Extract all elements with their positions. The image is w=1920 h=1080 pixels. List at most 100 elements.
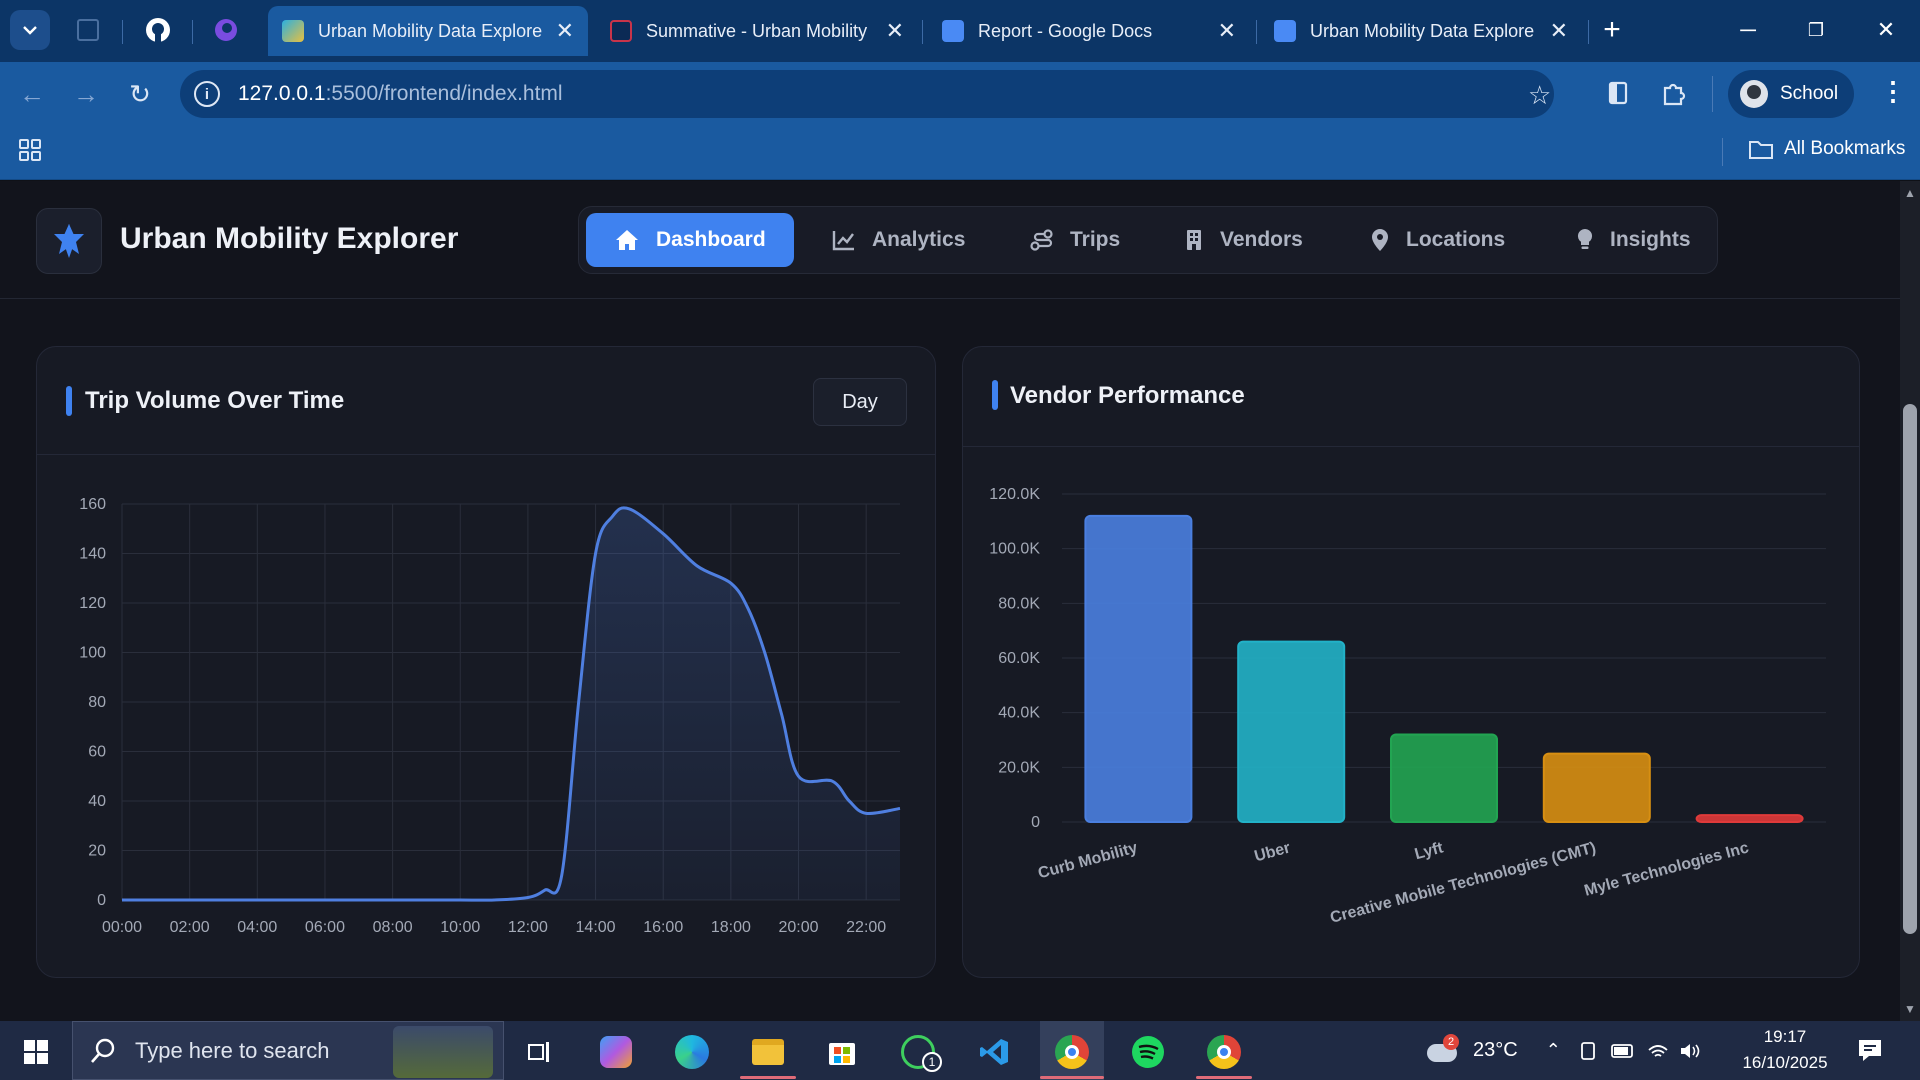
- pinned-tab-github[interactable]: [138, 12, 178, 48]
- search-icon: [91, 1038, 115, 1063]
- granularity-value: Day: [842, 390, 878, 413]
- site-info-icon[interactable]: i: [194, 81, 220, 107]
- taskbar-edge[interactable]: [670, 1030, 714, 1074]
- scroll-down-icon[interactable]: ▼: [1904, 1002, 1916, 1016]
- volume-icon[interactable]: [1679, 1042, 1701, 1060]
- nav-insights[interactable]: Insights: [1548, 213, 1719, 267]
- tab-urban-mobility-2[interactable]: Urban Mobility Data Explore ✕: [1260, 6, 1582, 56]
- all-bookmarks-button[interactable]: All Bookmarks: [1748, 138, 1905, 160]
- card-title: Vendor Performance: [1010, 382, 1245, 409]
- taskbar-copilot[interactable]: [594, 1030, 638, 1074]
- battery-icon[interactable]: [1610, 1043, 1635, 1059]
- taskbar-search[interactable]: Type here to search: [72, 1021, 504, 1080]
- bookmark-star-icon[interactable]: ☆: [1528, 80, 1551, 111]
- nav-dashboard[interactable]: Dashboard: [586, 213, 794, 267]
- nav-trips[interactable]: Trips: [1002, 213, 1148, 267]
- x-tick-label: 10:00: [440, 919, 480, 936]
- taskbar-vscode[interactable]: [972, 1030, 1016, 1074]
- chevron-down-icon: [23, 26, 37, 35]
- bar-curb-mobility: [1084, 514, 1193, 823]
- nav-label: Trips: [1070, 228, 1121, 251]
- nav-label: Locations: [1406, 228, 1506, 251]
- spotify-icon: [1132, 1036, 1164, 1068]
- y-tick-label: 80: [88, 694, 106, 711]
- close-tab-icon[interactable]: ✕: [1550, 18, 1568, 44]
- weather-badge: 2: [1443, 1033, 1459, 1050]
- edge-icon: [675, 1035, 709, 1069]
- url-host: 127.0.0.1: [238, 82, 326, 105]
- title-accent: [66, 386, 72, 416]
- line-chart-icon: [832, 231, 854, 251]
- extensions-button[interactable]: [1660, 79, 1688, 112]
- reload-button[interactable]: ↻: [122, 76, 158, 112]
- home-icon: [616, 230, 638, 250]
- tab-urban-mobility-active[interactable]: Urban Mobility Data Explore ✕: [268, 6, 588, 56]
- notifications-button[interactable]: [1856, 1036, 1884, 1069]
- tab-report-google-docs[interactable]: Report - Google Docs ✕: [928, 6, 1250, 56]
- new-tab-button[interactable]: +: [1592, 12, 1632, 48]
- nav-vendors[interactable]: Vendors: [1156, 213, 1331, 267]
- x-tick-label: 18:00: [711, 919, 751, 936]
- nav-analytics[interactable]: Analytics: [804, 213, 993, 267]
- map-pin-icon: [1372, 229, 1388, 251]
- scroll-up-icon[interactable]: ▲: [1904, 186, 1916, 200]
- scrollbar-thumb[interactable]: [1903, 404, 1917, 934]
- profile-label: School: [1780, 83, 1839, 104]
- y-tick-label: 140: [79, 546, 106, 563]
- forward-button[interactable]: →: [68, 76, 104, 112]
- bar-uber: [1237, 640, 1346, 823]
- tab-separator: [1256, 20, 1257, 44]
- nav-label: Insights: [1610, 228, 1691, 251]
- docs-icon: [942, 20, 964, 42]
- pinned-tab-blank[interactable]: [68, 12, 108, 48]
- taskbar-store[interactable]: [820, 1030, 864, 1074]
- y-tick-label: 60: [88, 744, 106, 761]
- vendor-performance-chart: 0 20.0K 40.0K 60.0K 80.0K 100.0K 120.0K Curb Mo…: [989, 486, 1826, 927]
- chevron-up-icon[interactable]: ⌃: [1546, 1040, 1561, 1061]
- close-tab-icon[interactable]: ✕: [1218, 18, 1236, 44]
- close-tab-icon[interactable]: ✕: [556, 18, 574, 44]
- x-tick-label: 22:00: [846, 919, 886, 936]
- start-button[interactable]: [14, 1030, 58, 1074]
- profile-button[interactable]: School: [1728, 70, 1854, 118]
- temperature[interactable]: 23°C: [1473, 1039, 1518, 1062]
- restore-button[interactable]: ❐: [1796, 12, 1836, 48]
- reading-list-button[interactable]: [1606, 80, 1630, 111]
- clock[interactable]: 19:17 16/10/2025: [1730, 1024, 1840, 1076]
- task-view-button[interactable]: [518, 1030, 562, 1074]
- bar-myle-technologies-inc: [1695, 814, 1804, 823]
- taskbar-whatsapp[interactable]: 1: [896, 1030, 942, 1074]
- clock-time: 19:17: [1763, 1027, 1807, 1046]
- minimize-button[interactable]: ─: [1728, 12, 1768, 48]
- nav-locations[interactable]: Locations: [1342, 213, 1533, 267]
- weather-widget[interactable]: 2: [1425, 1033, 1463, 1066]
- apps-button[interactable]: [18, 138, 42, 167]
- running-indicator: [1196, 1076, 1252, 1079]
- lightbulb-icon: [1577, 228, 1593, 249]
- bar-lyft: [1390, 733, 1498, 823]
- x-tick-label: 20:00: [778, 919, 818, 936]
- y-tick-label: 40.0K: [998, 705, 1040, 722]
- tab-search-button[interactable]: [10, 10, 50, 50]
- x-tick-label: 14:00: [576, 919, 616, 936]
- y-tick-label: 100.0K: [989, 541, 1040, 558]
- taskbar-spotify[interactable]: [1126, 1030, 1170, 1074]
- address-bar[interactable]: i 127.0.0.1:5500/frontend/index.html: [180, 70, 1554, 118]
- taskbar-chrome[interactable]: [1050, 1030, 1094, 1074]
- all-bookmarks-label: All Bookmarks: [1784, 138, 1906, 159]
- notification-icon: [1859, 1040, 1881, 1061]
- tab-summative[interactable]: Summative - Urban Mobility ✕: [596, 6, 918, 56]
- taskbar-chrome-profile[interactable]: [1202, 1030, 1246, 1074]
- wifi-icon[interactable]: [1647, 1042, 1669, 1060]
- taskbar-file-explorer[interactable]: [746, 1030, 790, 1074]
- tab-title: Report - Google Docs: [978, 20, 1153, 41]
- device-icon[interactable]: [1579, 1041, 1597, 1061]
- back-button[interactable]: ←: [14, 76, 50, 112]
- site-favicon-icon: [610, 20, 632, 42]
- chrome-icon: [1055, 1035, 1089, 1069]
- granularity-select[interactable]: Day: [813, 378, 907, 426]
- close-tab-icon[interactable]: ✕: [886, 18, 904, 44]
- more-menu-icon[interactable]: ⋮: [1880, 76, 1906, 107]
- close-window-button[interactable]: ✕: [1866, 12, 1906, 48]
- pinned-tab-app[interactable]: [206, 12, 246, 48]
